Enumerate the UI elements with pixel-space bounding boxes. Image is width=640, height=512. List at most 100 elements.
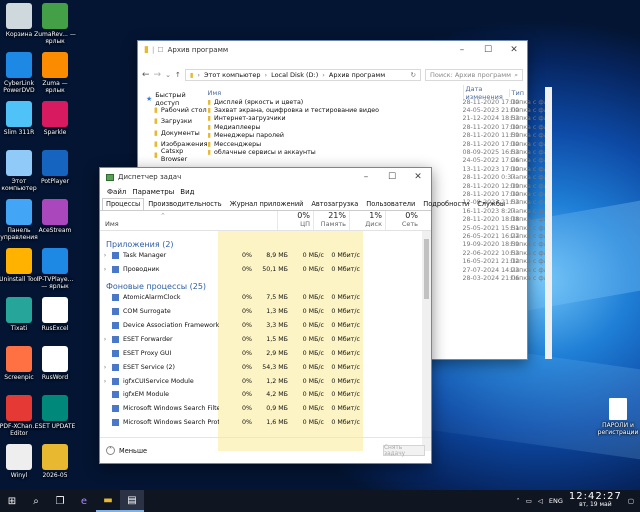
file-row[interactable]: ▮ Медиаплееры 28-11-2020 17:10 Папка с фай	[208, 123, 552, 131]
breadcrumb-1[interactable]: Local Disk (D:)	[271, 71, 318, 79]
breadcrumb-2[interactable]: Архив программ	[329, 71, 385, 79]
desktop-icon[interactable]: RusWord	[33, 346, 77, 381]
tab[interactable]: Журнал приложений	[226, 198, 308, 210]
col-type-header[interactable]: Тип	[508, 88, 524, 97]
taskmgr-titlebar[interactable]: Диспетчер задач – ☐ ✕	[100, 168, 431, 186]
process-row[interactable]: igfxEM Module 0% 4,2 МБ 0 МБ/с 0 Мбит/с	[100, 388, 431, 402]
nav-item[interactable]: ▮ Загрузки	[146, 116, 208, 127]
desktop-icon[interactable]: Sparkle	[33, 101, 77, 136]
nav-item[interactable]: ▮ Рабочий стол	[146, 104, 208, 115]
process-scrollbar[interactable]	[422, 231, 431, 451]
process-row[interactable]: AtomicAlarmClock 0% 7,5 МБ 0 МБ/с 0 Мбит/с	[100, 291, 431, 305]
file-row[interactable]: ▮ Захват экрана, оцифровка и тестирование…	[208, 106, 552, 114]
menu-item[interactable]: Вид	[177, 188, 197, 196]
file-explorer-taskbar-icon[interactable]: ▬	[96, 490, 120, 512]
expand-chevron-icon[interactable]: ›	[100, 252, 110, 259]
process-row[interactable]: › Проводник 0% 50,1 МБ 0 МБ/с 0 Мбит/с	[100, 263, 431, 277]
menu-item[interactable]: Параметры	[129, 188, 177, 196]
tab[interactable]: Производительность	[144, 198, 225, 210]
desktop-icon[interactable]: Zuma — ярлык	[33, 52, 77, 94]
volume-icon[interactable]: ◁	[538, 497, 543, 505]
process-row[interactable]: Device Association Framework ... 0% 3,3 МБ…	[100, 319, 431, 333]
process-row[interactable]: Microsoft Windows Search Prot... 0% 1,6 МБ…	[100, 416, 431, 430]
col-name-header[interactable]: Имя	[100, 211, 218, 230]
menu-item[interactable]: Файл	[104, 188, 129, 196]
desktop-file-passwords[interactable]: ПАРОЛИ и регистрации	[596, 398, 640, 436]
forward-arrow-icon[interactable]: →	[154, 70, 162, 80]
desktop-icon[interactable]: RusExcel	[33, 297, 77, 332]
breadcrumb-0[interactable]: Этот компьютер	[204, 71, 260, 79]
maximize-button[interactable]: ☐	[475, 45, 501, 55]
file-date: 28-03-2024 21:06	[462, 274, 520, 282]
process-row[interactable]: › Task Manager 0% 8,9 МБ 0 МБ/с 0 Мбит/с	[100, 249, 431, 263]
maximize-button[interactable]: ☐	[379, 172, 405, 182]
desktop-icon[interactable]: IP-TVPlaye... — ярлык	[33, 248, 77, 290]
explorer-scrollbar[interactable]	[544, 87, 552, 359]
resource-column-header[interactable]: 1% Диск	[349, 211, 385, 230]
task-manager-taskbar-icon[interactable]: ▤	[120, 490, 144, 512]
language-indicator[interactable]: ENG	[549, 497, 563, 505]
process-mem: 54,3 МБ	[262, 363, 288, 371]
resource-column-header[interactable]: 21% Память	[313, 211, 349, 230]
notifications-icon[interactable]: ▢	[628, 497, 634, 505]
nav-item[interactable]: ★ Быстрый доступ	[146, 91, 208, 107]
expand-chevron-icon[interactable]: ›	[100, 266, 110, 273]
close-button[interactable]: ✕	[501, 45, 527, 55]
network-icon[interactable]: ▭	[526, 497, 532, 505]
tab[interactable]: Автозагрузка	[307, 198, 362, 210]
scroll-thumb[interactable]	[424, 239, 429, 299]
file-row[interactable]: ▮ Интернет-загрузчики 21-12-2024 18:53 Папк…	[208, 115, 552, 123]
explorer-titlebar[interactable]: ▮ | ☐ Архив программ – ☐ ✕	[138, 41, 527, 59]
tab[interactable]: Процессы	[102, 198, 145, 210]
file-row[interactable]: 24-05-2022 17:26 Папка с фай	[208, 157, 552, 165]
windows-start-icon[interactable]: ⊞	[0, 490, 24, 512]
search-input[interactable]: Поиск: Архив программ ⌕	[425, 69, 523, 81]
expand-chevron-icon[interactable]: ›	[100, 364, 110, 371]
process-row[interactable]: › ESET Service (2) 0% 54,3 МБ 0 МБ/с 0 Мбит/с	[100, 360, 431, 374]
back-arrow-icon[interactable]: ←	[142, 70, 150, 80]
tab[interactable]: Службы	[473, 198, 509, 210]
desktop-icon[interactable]: ZumaRev... — ярлык	[33, 3, 77, 45]
resource-column-header[interactable]: 0% Сеть	[385, 211, 421, 230]
task-view-icon[interactable]: ❐	[48, 490, 72, 512]
process-row[interactable]: › ESET Forwarder 0% 1,5 МБ 0 МБ/с 0 Мбит/с	[100, 332, 431, 346]
expand-chevron-icon[interactable]: ›	[100, 336, 110, 343]
close-button[interactable]: ✕	[405, 172, 431, 182]
tab[interactable]: Пользователи	[362, 198, 419, 210]
tray-expand-icon[interactable]: ˄	[517, 497, 520, 505]
chevron-up-icon[interactable]: ˄	[106, 446, 115, 455]
process-row[interactable]: › igfxCUIService Module 0% 1,2 МБ 0 МБ/с 0 Мб…	[100, 374, 431, 388]
resource-column-header[interactable]: 0% ЦП	[277, 211, 313, 230]
col-name-header[interactable]: Имя	[208, 89, 463, 97]
browser-icon[interactable]: e	[72, 490, 96, 512]
window-controls: – ☐ ✕	[449, 45, 527, 55]
search-icon[interactable]: ⌕	[24, 490, 48, 512]
desktop-icon[interactable]: PotPlayer	[33, 150, 77, 185]
nav-item[interactable]: ▮ Документы	[146, 127, 208, 138]
nav-item[interactable]: ▮ Catsxp Browser	[146, 147, 208, 163]
fewer-details-link[interactable]: Меньше	[119, 447, 147, 455]
resource-pct: 21%	[328, 211, 346, 220]
task-manager-window[interactable]: Диспетчер задач – ☐ ✕ Файл Параметры Вид П…	[99, 167, 505, 464]
process-row[interactable]: Microsoft Windows Search Filte... 0% 0,9 М…	[100, 402, 431, 416]
clock[interactable]: 12:42:27 вт, 19 май	[569, 492, 622, 509]
desktop-icon[interactable]: 2026-05	[33, 444, 77, 479]
file-row[interactable]: ▮ Дисплей (яркость и цвета) 28-11-2020 17:…	[208, 98, 552, 106]
tab[interactable]: Подробности	[419, 198, 473, 210]
checkbox-icon[interactable]: ☐	[157, 46, 163, 54]
up-arrow-icon[interactable]: ↑	[175, 71, 181, 79]
address-bar[interactable]: ▮ › Этот компьютер › Local Disk (D:) › Арх…	[184, 69, 421, 81]
file-row[interactable]: ▮ облачные сервисы и аккаунты 08-09-2025 1…	[208, 148, 552, 156]
desktop-icon[interactable]: AceStream	[33, 199, 77, 234]
expand-chevron-icon[interactable]: ›	[100, 378, 110, 385]
desktop-icon[interactable]: ESET UPDATE	[33, 395, 77, 430]
file-row[interactable]: ▮ Мессенджеры 28-11-2020 17:10 Папка с фай	[208, 140, 552, 148]
file-row[interactable]: ▮ Менеджеры паролей 28-11-2020 11:59 Папка …	[208, 132, 552, 140]
minimize-button[interactable]: –	[353, 172, 379, 182]
process-row[interactable]: COM Surrogate 0% 1,3 МБ 0 МБ/с 0 Мбит/с	[100, 305, 431, 319]
end-task-button[interactable]: Снять задачу	[383, 445, 425, 457]
minimize-button[interactable]: –	[449, 45, 475, 55]
process-row[interactable]: ESET Proxy GUI 0% 2,9 МБ 0 МБ/с 0 Мбит/с	[100, 346, 431, 360]
chevron-down-icon[interactable]: ⌄	[165, 71, 171, 79]
refresh-icon[interactable]: ↻	[411, 71, 416, 79]
